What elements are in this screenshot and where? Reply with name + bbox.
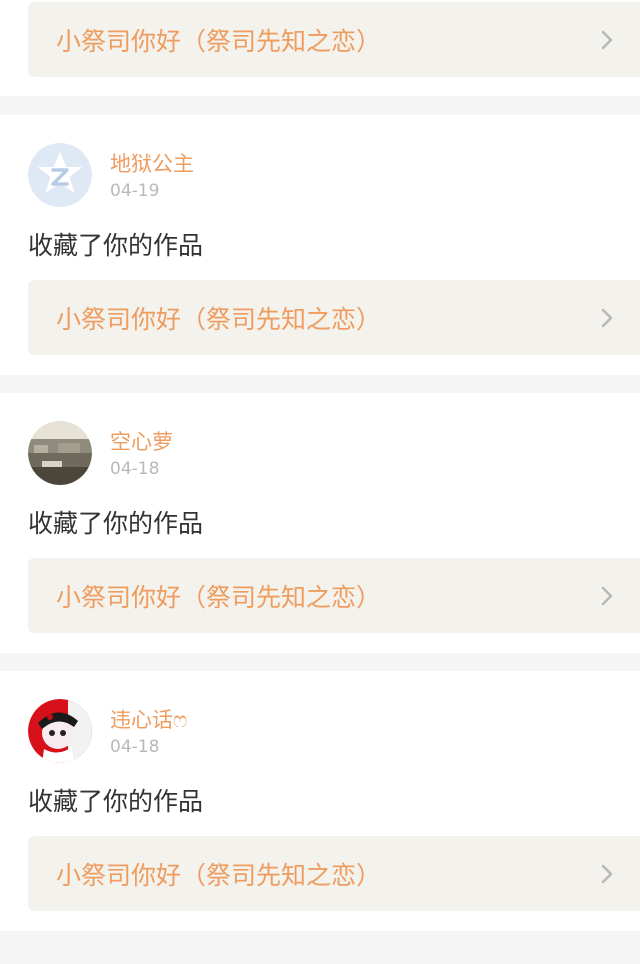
action-text: 收藏了你的作品: [28, 509, 204, 538]
timestamp: 04-18: [110, 459, 160, 479]
photo-avatar-image: [28, 421, 92, 485]
avatar[interactable]: [28, 699, 92, 763]
username[interactable]: 违心话ෆ: [110, 704, 187, 734]
action-text: 收藏了你的作品: [28, 787, 204, 816]
username[interactable]: 空心萝: [110, 426, 173, 456]
timestamp: 04-18: [110, 737, 160, 757]
default-avatar-icon: [28, 143, 92, 207]
timestamp: 04-19: [110, 181, 160, 201]
username[interactable]: 地狱公主: [110, 148, 194, 178]
chevron-right-icon: [601, 308, 613, 327]
action-text: 收藏了你的作品: [28, 231, 204, 260]
work-link[interactable]: 小祭司你好（祭司先知之恋）: [28, 280, 640, 355]
work-link[interactable]: 小祭司你好（祭司先知之恋）: [28, 836, 640, 911]
avatar[interactable]: [28, 143, 92, 207]
chevron-right-icon: [601, 30, 613, 49]
notification-card: 违心话ෆ 04-18 收藏了你的作品 小祭司你好（祭司先知之恋）: [0, 671, 640, 931]
notification-card-partial: 小祭司你好（祭司先知之恋）: [0, 0, 640, 96]
work-link[interactable]: 小祭司你好（祭司先知之恋）: [28, 2, 640, 77]
avatar[interactable]: [28, 421, 92, 485]
chevron-right-icon: [601, 586, 613, 605]
chevron-right-icon: [601, 864, 613, 883]
work-link[interactable]: 小祭司你好（祭司先知之恋）: [28, 558, 640, 633]
anime-avatar-image: [28, 699, 92, 763]
work-title: 小祭司你好（祭司先知之恋）: [56, 304, 382, 334]
notification-card: 空心萝 04-18 收藏了你的作品 小祭司你好（祭司先知之恋）: [0, 393, 640, 653]
notification-card: 地狱公主 04-19 收藏了你的作品 小祭司你好（祭司先知之恋）: [0, 115, 640, 375]
work-title: 小祭司你好（祭司先知之恋）: [56, 582, 382, 612]
work-title: 小祭司你好（祭司先知之恋）: [56, 860, 382, 890]
work-title: 小祭司你好（祭司先知之恋）: [56, 26, 382, 56]
